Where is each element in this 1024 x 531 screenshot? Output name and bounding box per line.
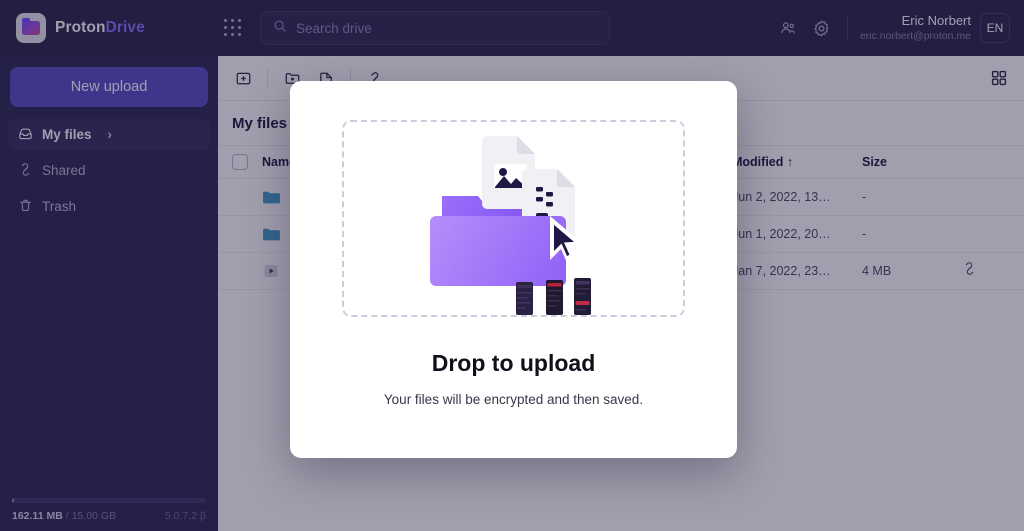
proton-drive-app: ProtonDrive Search drive Eric Norbert er…	[0, 0, 1024, 531]
folder-with-files-and-cursor-illustration	[424, 130, 604, 315]
drop-to-upload-modal: Drop to upload Your files will be encryp…	[290, 81, 737, 458]
modal-subtitle: Your files will be encrypted and then sa…	[383, 392, 644, 407]
modal-title: Drop to upload	[431, 350, 596, 376]
file-dropzone[interactable]	[342, 120, 685, 317]
